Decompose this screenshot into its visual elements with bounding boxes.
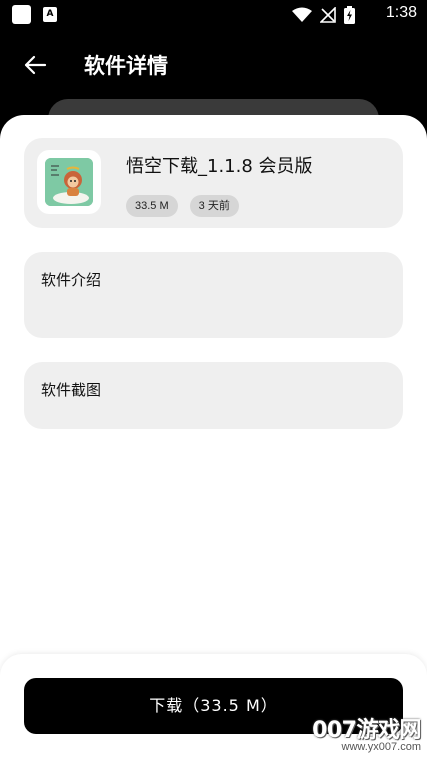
app-icon-frame <box>37 150 101 214</box>
wukong-app-icon <box>45 158 93 206</box>
intro-section: 软件介绍 <box>24 252 403 338</box>
signal-off-icon <box>320 7 336 23</box>
wifi-icon <box>292 7 312 22</box>
page-title: 软件详情 <box>84 54 168 78</box>
status-icons <box>292 6 355 24</box>
intro-section-title: 软件介绍 <box>41 271 102 289</box>
updated-badge: 3 天前 <box>189 195 239 217</box>
watermark-name: 007游戏网 <box>312 718 421 743</box>
size-badge: 33.5 M <box>126 195 178 217</box>
back-button[interactable] <box>20 50 50 80</box>
app-header: 软件详情 <box>0 30 427 100</box>
battery-charging-icon <box>344 6 355 24</box>
back-arrow-icon <box>24 55 47 75</box>
status-time: 1:38 <box>385 4 417 21</box>
notification-square-icon <box>12 5 31 24</box>
site-watermark: 007游戏网 www.yx007.com <box>312 712 421 753</box>
screenshots-section: 软件截图 <box>24 362 403 429</box>
screenshots-section-title: 软件截图 <box>41 381 102 399</box>
status-bar: A 1:38 <box>0 0 427 30</box>
a-notification-icon: A <box>43 7 57 22</box>
app-name: 悟空下载_1.1.8 会员版 <box>126 156 313 177</box>
app-meta-chips: 33.5 M 3 天前 <box>126 195 239 217</box>
app-info-card: 悟空下载_1.1.8 会员版 33.5 M 3 天前 <box>24 138 403 228</box>
